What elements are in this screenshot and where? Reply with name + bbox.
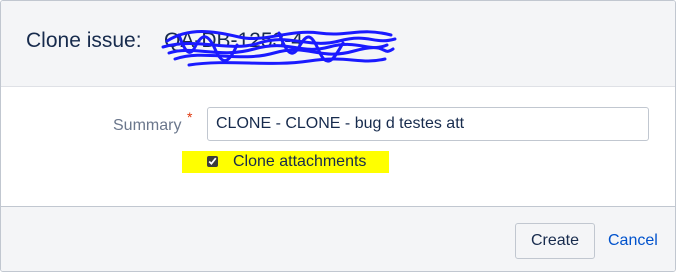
dialog-body: Summary * Clone attachments bbox=[1, 87, 675, 206]
dialog-title: Clone issue: bbox=[26, 29, 142, 52]
summary-input[interactable] bbox=[207, 107, 649, 141]
clone-issue-dialog: Clone issue: QA-DB-1253-4 Summary * Clon… bbox=[0, 0, 676, 272]
dialog-footer: Create Cancel bbox=[1, 206, 675, 271]
create-button[interactable]: Create bbox=[515, 223, 595, 259]
summary-label: Summary bbox=[113, 117, 182, 134]
clone-attachments-checkbox[interactable] bbox=[207, 156, 218, 167]
dialog-header: Clone issue: QA-DB-1253-4 bbox=[1, 1, 675, 87]
clone-attachments-label[interactable]: Clone attachments bbox=[233, 153, 366, 171]
cancel-link[interactable]: Cancel bbox=[608, 232, 658, 250]
redaction-scribble bbox=[161, 30, 397, 67]
required-marker: * bbox=[187, 109, 193, 125]
